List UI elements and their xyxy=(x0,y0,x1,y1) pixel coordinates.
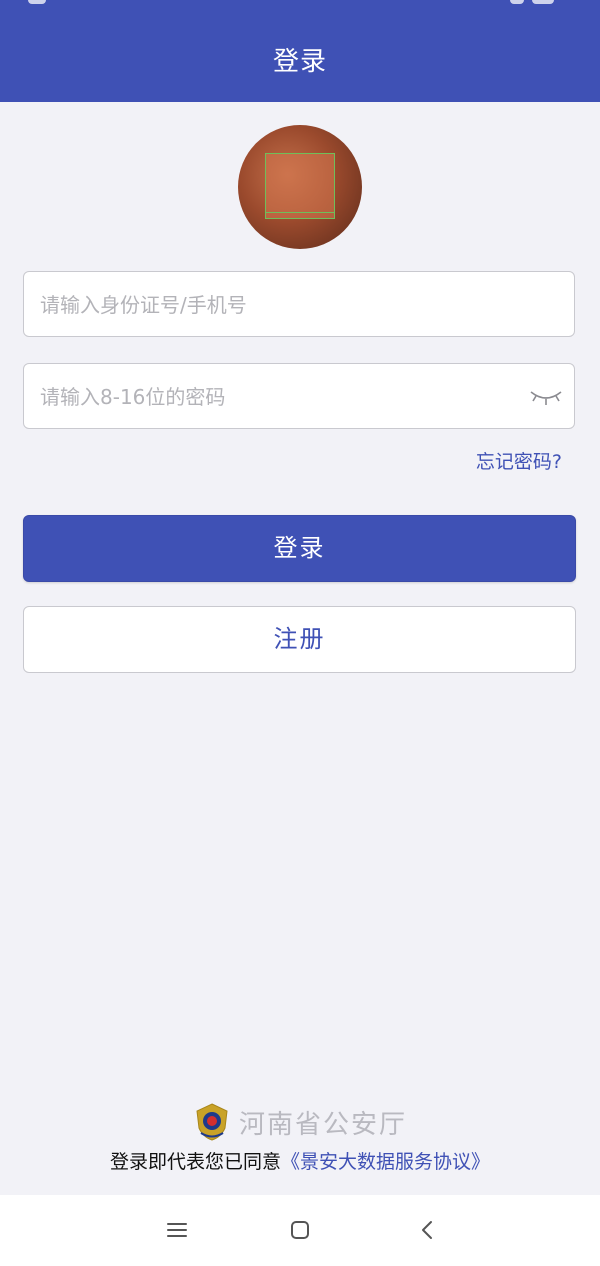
app-header: 登录 xyxy=(0,0,600,102)
page-title: 登录 xyxy=(272,47,327,77)
menu-icon[interactable] xyxy=(162,1215,192,1245)
login-button[interactable]: 登录 xyxy=(23,515,576,582)
battery-icon xyxy=(532,0,554,4)
status-indicator-left xyxy=(28,0,46,4)
password-field[interactable] xyxy=(23,363,575,430)
system-nav-bar xyxy=(0,1195,600,1266)
police-badge-icon xyxy=(196,1103,228,1141)
status-indicator-right xyxy=(510,0,524,4)
status-bar xyxy=(0,0,600,10)
register-button[interactable]: 注册 xyxy=(23,606,576,673)
agreement-text: 登录即代表您已同意《景安大数据服务协议》 xyxy=(0,1147,600,1177)
face-detection-frame xyxy=(265,153,335,219)
org-branding: 河南省公安厅 xyxy=(0,1102,600,1146)
account-field[interactable] xyxy=(23,271,575,338)
account-input[interactable] xyxy=(38,272,522,338)
org-name: 河南省公安厅 xyxy=(238,1109,407,1140)
home-square-icon[interactable] xyxy=(285,1215,315,1245)
back-chevron-icon[interactable] xyxy=(412,1215,442,1245)
service-agreement-link[interactable]: 《景安大数据服务协议》 xyxy=(281,1151,490,1173)
forgot-password-link[interactable]: 忘记密码? xyxy=(476,448,562,476)
face-capture-avatar[interactable] xyxy=(238,125,362,249)
eye-closed-icon[interactable] xyxy=(528,384,564,408)
password-input[interactable] xyxy=(38,364,522,430)
agreement-prefix: 登录即代表您已同意 xyxy=(109,1151,281,1173)
